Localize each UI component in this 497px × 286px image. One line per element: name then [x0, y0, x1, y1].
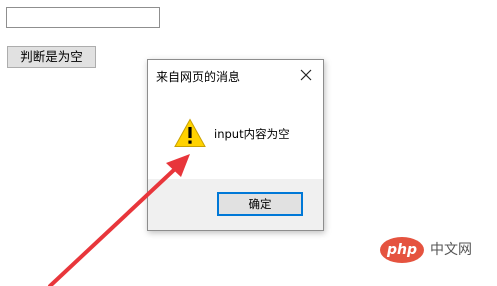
dialog-title: 来自网页的消息	[156, 70, 241, 84]
dialog-footer: 确定	[148, 179, 323, 230]
check-empty-button[interactable]: 判断是为空	[7, 46, 96, 68]
dialog-message: input内容为空	[214, 127, 290, 141]
site-watermark: php 中文网	[380, 236, 492, 266]
site-name: 中文网	[430, 242, 472, 258]
close-icon	[300, 69, 312, 81]
ok-button[interactable]: 确定	[217, 192, 303, 216]
php-logo: php	[380, 237, 424, 263]
text-input[interactable]	[6, 7, 160, 28]
close-button[interactable]	[296, 65, 316, 85]
warning-icon	[174, 118, 206, 147]
alert-dialog: 来自网页的消息 input内容为空 确定	[147, 59, 324, 231]
